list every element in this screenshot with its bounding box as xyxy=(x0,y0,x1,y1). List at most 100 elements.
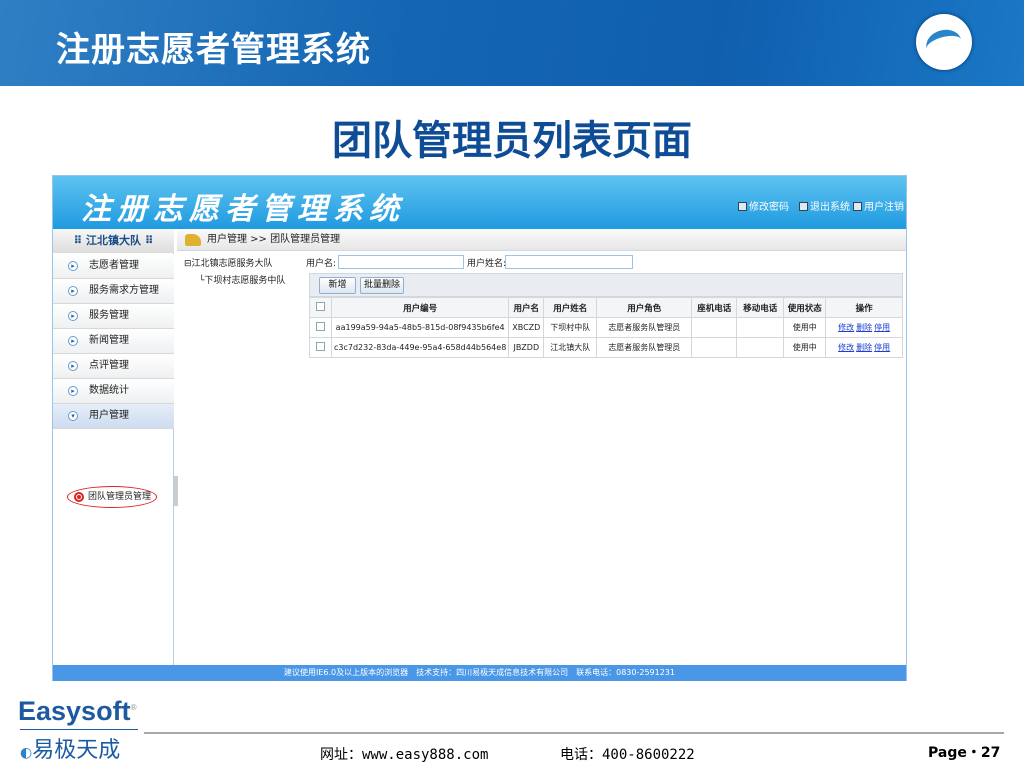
expand-icon: ▸ xyxy=(68,336,78,346)
disable-link[interactable]: 停用 xyxy=(874,323,890,332)
pencil-icon xyxy=(738,202,747,211)
brand-divider xyxy=(20,729,138,730)
cell-name: 江北镇大队 xyxy=(543,337,598,358)
expand-icon: ▸ xyxy=(68,286,78,296)
cell-landline xyxy=(691,317,738,338)
select-all-cell[interactable] xyxy=(309,297,332,318)
sidebar-item-label: 志愿者管理 xyxy=(89,260,139,271)
delete-link[interactable]: 删除 xyxy=(856,323,872,332)
collapse-icon: ▾ xyxy=(68,411,78,421)
cell-role: 志愿者服务队管理员 xyxy=(596,317,693,338)
sidebar-item-volunteers[interactable]: ▸ 志愿者管理 xyxy=(53,254,174,279)
cell-status: 使用中 xyxy=(783,337,827,358)
brand-cn-text: 易极天成 xyxy=(32,738,121,763)
expand-icon: ▸ xyxy=(68,361,78,371)
row-checkbox[interactable] xyxy=(316,342,325,351)
cell-actions: 修改 删除 停用 xyxy=(825,337,903,358)
col-header: 座机电话 xyxy=(691,297,738,318)
tree-child[interactable]: └下坝村志愿服务中队 xyxy=(199,273,285,286)
page-number: Page・27 xyxy=(928,745,1001,761)
sidebar-subitem-label: 团队管理员管理 xyxy=(88,492,152,502)
tree-root[interactable]: ⊟江北镇志愿服务大队 xyxy=(184,256,273,269)
tree-child-label: 下坝村志愿服务中队 xyxy=(204,276,286,286)
cell-name: 下坝村中队 xyxy=(543,317,598,338)
sidebar-header-label: 江北镇大队 xyxy=(86,234,141,247)
brand-logo-icon xyxy=(916,14,972,70)
radio-selected-icon xyxy=(74,492,84,502)
username-input[interactable] xyxy=(338,255,464,269)
brand-logo-en: Easysoft® xyxy=(18,696,136,727)
app-title: 注册志愿者管理系统 xyxy=(81,192,405,227)
col-header: 用户姓名 xyxy=(543,297,598,318)
cell-status: 使用中 xyxy=(783,317,827,338)
disable-link[interactable]: 停用 xyxy=(874,343,890,352)
brand-swoosh-icon: ◐ xyxy=(20,745,33,761)
cell-mobile xyxy=(736,317,785,338)
expand-icon: ▸ xyxy=(68,311,78,321)
row-checkbox[interactable] xyxy=(316,322,325,331)
sidebar-splitter[interactable] xyxy=(174,476,178,506)
cell-mobile xyxy=(736,337,785,358)
sidebar-item-demand[interactable]: ▸ 服务需求方管理 xyxy=(53,279,174,304)
link-label: 用户注销 xyxy=(864,202,904,213)
link-label: 修改密码 xyxy=(749,202,789,213)
expand-icon: ▸ xyxy=(68,386,78,396)
sidebar: ⠿ 江北镇大队 ⠿ ▸ 志愿者管理 ▸ 服务需求方管理 ▸ 服务管理 ▸ 新闻管理 ▸ 点… xyxy=(53,229,174,666)
page-heading: 团队管理员列表页面 xyxy=(332,118,692,164)
user-icon xyxy=(853,202,862,211)
username-label: 用户名: xyxy=(306,259,337,269)
link-label: 退出系统 xyxy=(810,202,850,213)
col-header: 使用状态 xyxy=(783,297,827,318)
table-toolbar: 新增 批量删除 xyxy=(309,273,903,297)
breadcrumb: 用户管理 >> 团队管理员管理 xyxy=(177,229,906,251)
sidebar-item-label: 服务需求方管理 xyxy=(89,285,159,296)
phone-text: 电话：400-8600222 xyxy=(560,747,695,763)
exit-icon xyxy=(799,202,808,211)
delete-link[interactable]: 删除 xyxy=(856,343,872,352)
sidebar-item-label: 新闻管理 xyxy=(89,335,129,346)
slide-title: 注册志愿者管理系统 xyxy=(56,30,371,70)
col-header: 操作 xyxy=(825,297,903,318)
table-row: aa199a59-94a5-48b5-815d-08f9435b6fe4 XBC… xyxy=(309,317,903,338)
sidebar-item-label: 服务管理 xyxy=(89,310,129,321)
app-footer: 建议使用IE6.0及以上版本的浏览器 技术支持：四川易极天成信息技术有限公司 联… xyxy=(53,665,906,681)
sidebar-item-reviews[interactable]: ▸ 点评管理 xyxy=(53,354,174,379)
cell-landline xyxy=(691,337,738,358)
sidebar-item-news[interactable]: ▸ 新闻管理 xyxy=(53,329,174,354)
batch-delete-button[interactable]: 批量删除 xyxy=(360,277,404,294)
cell-id: c3c7d232-83da-449e-95a4-658d44b564e8 xyxy=(330,337,510,358)
sidebar-item-stats[interactable]: ▸ 数据统计 xyxy=(53,379,174,404)
user-signout-link[interactable]: 用户注销 xyxy=(853,198,904,213)
folder-icon xyxy=(185,234,201,246)
edit-link[interactable]: 修改 xyxy=(838,343,854,352)
website-text: 网址：www.easy888.com xyxy=(320,747,489,763)
footer-divider xyxy=(144,732,1004,734)
sidebar-item-services[interactable]: ▸ 服务管理 xyxy=(53,304,174,329)
col-header: 移动电话 xyxy=(736,297,785,318)
logout-link[interactable]: 退出系统 xyxy=(799,198,850,213)
cell-role: 志愿者服务队管理员 xyxy=(596,337,693,358)
sidebar-header: ⠿ 江北镇大队 ⠿ xyxy=(53,229,174,253)
realname-input[interactable] xyxy=(505,255,633,269)
cell-username: XBCZD xyxy=(508,317,545,338)
tree-root-label: 江北镇志愿服务大队 xyxy=(191,259,273,269)
sidebar-item-label: 点评管理 xyxy=(89,360,129,371)
add-button[interactable]: 新增 xyxy=(319,277,356,294)
edit-link[interactable]: 修改 xyxy=(838,323,854,332)
col-header: 用户编号 xyxy=(330,297,510,318)
select-all-checkbox[interactable] xyxy=(316,301,325,311)
sidebar-item-label: 用户管理 xyxy=(89,410,129,421)
sidebar-item-label: 数据统计 xyxy=(89,385,129,396)
cell-actions: 修改 删除 停用 xyxy=(825,317,903,338)
col-header: 用户角色 xyxy=(596,297,693,318)
change-password-link[interactable]: 修改密码 xyxy=(738,198,789,213)
admin-table: 用户编号 用户名 用户姓名 用户角色 座机电话 移动电话 使用状态 操作 aa1… xyxy=(309,297,903,358)
app-banner: 注册志愿者管理系统 修改密码 退出系统 用户注销 xyxy=(53,176,906,229)
cell-username: JBZDD xyxy=(508,337,545,358)
table-row: c3c7d232-83da-449e-95a4-658d44b564e8 JBZ… xyxy=(309,337,903,358)
app-screenshot: 注册志愿者管理系统 修改密码 退出系统 用户注销 ⠿ 江北镇大队 ⠿ ▸ 志愿者管… xyxy=(52,175,907,681)
sidebar-item-users[interactable]: ▾ 用户管理 xyxy=(53,404,174,429)
table-header-row: 用户编号 用户名 用户姓名 用户角色 座机电话 移动电话 使用状态 操作 xyxy=(309,297,903,318)
sidebar-subitem-team-admins[interactable]: 团队管理员管理 xyxy=(67,486,157,508)
brand-logo-cn: ◐易极天成 xyxy=(20,732,120,764)
